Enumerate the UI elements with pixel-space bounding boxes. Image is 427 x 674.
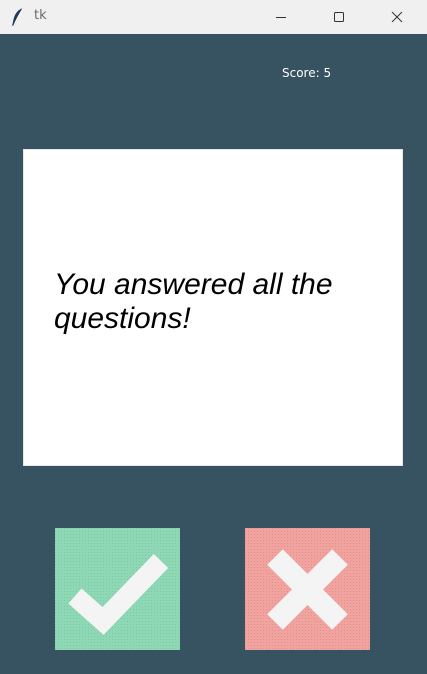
false-button[interactable] — [245, 528, 370, 650]
title-bar[interactable]: tk — [0, 0, 427, 34]
check-icon — [55, 528, 180, 650]
window-title: tk — [34, 8, 47, 23]
cross-icon — [245, 528, 370, 650]
feather-icon — [10, 7, 26, 27]
score-label: Score: 5 — [282, 66, 332, 80]
maximize-button[interactable] — [310, 0, 368, 34]
true-button[interactable] — [55, 528, 180, 650]
minimize-icon — [275, 8, 287, 27]
minimize-button[interactable] — [252, 0, 310, 34]
close-button[interactable] — [368, 0, 426, 34]
maximize-icon — [333, 8, 345, 27]
question-text: You answered all the questions! — [54, 268, 333, 335]
question-card: You answered all the questions! — [23, 149, 403, 466]
close-icon — [391, 8, 403, 27]
app-window: tk Score: 5 You answered all the questio… — [0, 0, 427, 674]
